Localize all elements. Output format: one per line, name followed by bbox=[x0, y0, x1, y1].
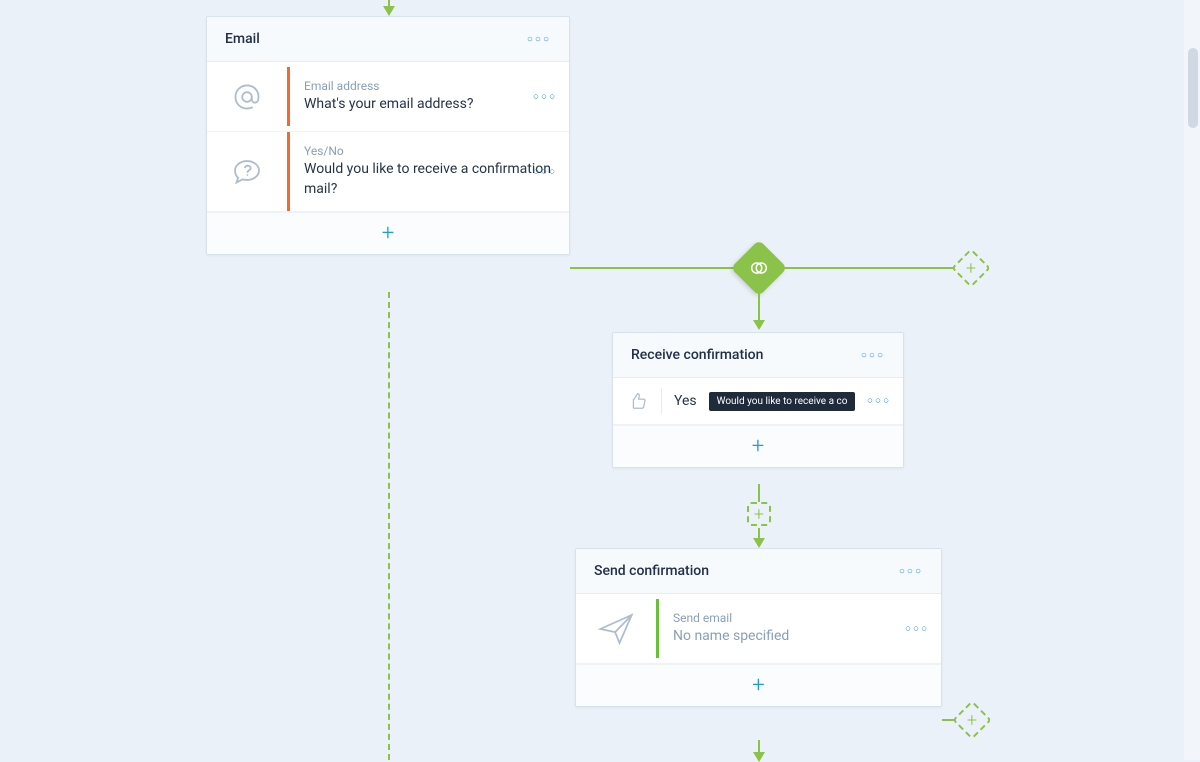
node-header: Send confirmation ○○○ bbox=[576, 549, 941, 594]
add-step-button[interactable]: + bbox=[747, 502, 771, 526]
scrollbar-thumb[interactable] bbox=[1188, 48, 1198, 128]
more-icon[interactable]: ○○○ bbox=[905, 623, 929, 634]
arrow-down-icon bbox=[753, 320, 765, 330]
add-item-button[interactable]: + bbox=[576, 664, 941, 706]
question-body: Email address What's your email address?… bbox=[287, 67, 569, 127]
node-title: Receive confirmation bbox=[631, 347, 763, 363]
node-title: Email bbox=[225, 31, 260, 47]
venn-icon bbox=[748, 257, 770, 279]
add-item-button[interactable]: + bbox=[207, 212, 569, 254]
question-row[interactable]: Email address What's your email address?… bbox=[207, 62, 569, 132]
question-text: Would you like to receive a confirmation… bbox=[304, 160, 555, 199]
connector-dashed bbox=[388, 292, 390, 760]
more-icon[interactable]: ○○○ bbox=[899, 566, 923, 577]
question-type-label: Yes/No bbox=[304, 144, 555, 158]
node-receive-confirmation[interactable]: Receive confirmation ○○○ Yes Would you l… bbox=[612, 332, 904, 468]
question-row[interactable]: Yes/No Would you like to receive a confi… bbox=[207, 132, 569, 212]
plus-icon: + bbox=[752, 436, 764, 458]
connector bbox=[570, 267, 744, 269]
action-body: Send email No name specified ○○○ bbox=[656, 599, 941, 659]
thumbs-up-icon bbox=[627, 390, 649, 412]
action-row[interactable]: Send email No name specified ○○○ bbox=[576, 594, 941, 664]
node-header: Receive confirmation ○○○ bbox=[613, 333, 903, 378]
flow-canvas[interactable]: Email ○○○ Email address What's your emai… bbox=[0, 0, 1200, 760]
node-title: Send confirmation bbox=[594, 563, 709, 579]
more-icon[interactable]: ○○○ bbox=[527, 34, 551, 45]
question-bubble-icon bbox=[207, 154, 287, 190]
paper-plane-icon bbox=[576, 608, 656, 650]
action-type-label: Send email bbox=[673, 611, 927, 625]
plus-icon: + bbox=[960, 708, 984, 732]
plus-icon: + bbox=[959, 256, 983, 280]
more-icon[interactable]: ○○○ bbox=[861, 350, 885, 361]
question-type-label: Email address bbox=[304, 79, 555, 93]
connector bbox=[758, 484, 760, 502]
scrollbar-track[interactable] bbox=[1184, 0, 1200, 760]
node-send-confirmation[interactable]: Send confirmation ○○○ Send email No name… bbox=[575, 548, 942, 707]
more-icon[interactable]: ○○○ bbox=[867, 396, 891, 407]
plus-icon: + bbox=[752, 675, 764, 697]
node-email[interactable]: Email ○○○ Email address What's your emai… bbox=[206, 16, 570, 255]
plus-icon: + bbox=[754, 504, 764, 525]
arrow-down-icon bbox=[753, 538, 765, 548]
connector bbox=[758, 292, 760, 322]
add-branch-button[interactable]: + bbox=[951, 248, 991, 288]
at-icon bbox=[207, 79, 287, 115]
question-text: What's your email address? bbox=[304, 95, 555, 115]
condition-reference-chip[interactable]: Would you like to receive a co bbox=[709, 392, 856, 411]
action-text: No name specified bbox=[673, 627, 927, 647]
condition-row[interactable]: Yes Would you like to receive a co ○○○ bbox=[613, 378, 903, 425]
add-condition-button[interactable]: + bbox=[613, 425, 903, 467]
divider bbox=[661, 388, 662, 414]
more-icon[interactable]: ○○○ bbox=[533, 91, 557, 102]
more-icon[interactable]: ○○○ bbox=[533, 166, 557, 177]
condition-answer: Yes bbox=[674, 393, 697, 409]
branch-node[interactable] bbox=[731, 240, 788, 297]
node-header: Email ○○○ bbox=[207, 17, 569, 62]
arrow-down-icon bbox=[383, 6, 395, 16]
connector bbox=[784, 267, 954, 269]
plus-icon: + bbox=[382, 223, 394, 245]
arrow-down-icon bbox=[753, 752, 765, 762]
add-branch-button[interactable]: + bbox=[952, 700, 992, 740]
question-body: Yes/No Would you like to receive a confi… bbox=[287, 132, 569, 211]
